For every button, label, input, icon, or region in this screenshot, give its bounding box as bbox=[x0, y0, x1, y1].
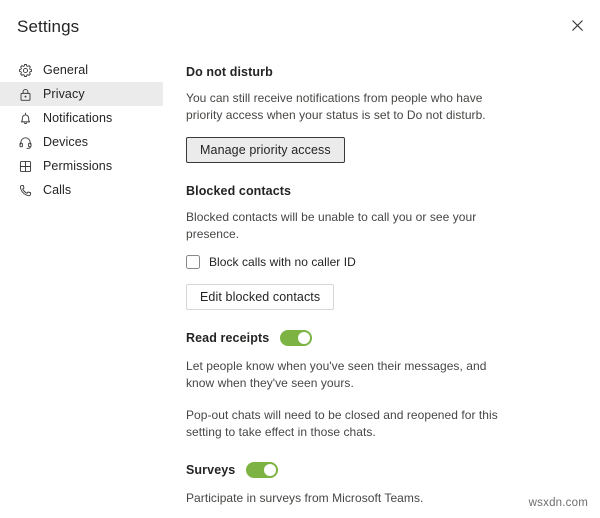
gear-icon bbox=[17, 62, 33, 78]
sidebar-item-devices[interactable]: Devices bbox=[0, 130, 163, 154]
apps-grid-icon bbox=[17, 158, 33, 174]
page-title: Settings bbox=[17, 17, 80, 36]
section-heading-read-receipts: Read receipts bbox=[186, 331, 270, 345]
settings-sidebar: General Privacy Notifications Devices Pe… bbox=[0, 52, 163, 202]
toggle-knob bbox=[298, 332, 311, 344]
section-heading-blocked-contacts: Blocked contacts bbox=[186, 184, 292, 198]
sidebar-item-label: Notifications bbox=[43, 111, 113, 125]
checkbox-box-icon bbox=[186, 255, 200, 269]
read-receipts-header-row: Read receipts bbox=[186, 330, 520, 346]
sidebar-item-general[interactable]: General bbox=[0, 58, 163, 82]
watermark: wsxdn.com bbox=[528, 497, 588, 509]
section-blocked-contacts: Blocked contacts Blocked contacts will b… bbox=[186, 183, 520, 310]
toggle-knob bbox=[264, 464, 277, 476]
sidebar-item-privacy[interactable]: Privacy bbox=[0, 82, 163, 106]
surveys-description: Participate in surveys from Microsoft Te… bbox=[186, 491, 424, 505]
close-button[interactable] bbox=[564, 12, 590, 38]
section-do-not-disturb: Do not disturb You can still receive not… bbox=[186, 64, 520, 163]
section-read-receipts: Read receipts Let people know when you'v… bbox=[186, 330, 520, 440]
surveys-header-row: Surveys bbox=[186, 462, 520, 478]
sidebar-item-label: Privacy bbox=[43, 87, 85, 101]
lock-icon bbox=[17, 86, 33, 102]
settings-content: Do not disturb You can still receive not… bbox=[163, 52, 600, 507]
dialog-header: Settings bbox=[0, 0, 600, 52]
sidebar-item-calls[interactable]: Calls bbox=[0, 178, 163, 202]
manage-priority-access-button[interactable]: Manage priority access bbox=[186, 137, 345, 163]
bell-icon bbox=[17, 110, 33, 126]
section-heading-surveys: Surveys bbox=[186, 463, 236, 477]
dialog-body: General Privacy Notifications Devices Pe… bbox=[0, 52, 600, 518]
surveys-toggle[interactable] bbox=[246, 462, 279, 478]
checkbox-label: Block calls with no caller ID bbox=[209, 255, 356, 269]
close-icon bbox=[571, 19, 583, 31]
blocked-contacts-description: Blocked contacts will be unable to call … bbox=[186, 210, 477, 241]
block-calls-no-caller-id-checkbox[interactable]: Block calls with no caller ID bbox=[186, 254, 356, 270]
settings-dialog: Settings General Privacy Notifications D… bbox=[0, 0, 600, 518]
phone-icon bbox=[17, 182, 33, 198]
read-receipts-description-2: Pop-out chats will need to be closed and… bbox=[186, 408, 498, 439]
do-not-disturb-description: You can still receive notifications from… bbox=[186, 91, 486, 122]
section-surveys: Surveys Participate in surveys from Micr… bbox=[186, 462, 520, 507]
read-receipts-toggle[interactable] bbox=[280, 330, 313, 346]
sidebar-item-label: Calls bbox=[43, 183, 72, 197]
read-receipts-description-1: Let people know when you've seen their m… bbox=[186, 359, 487, 390]
sidebar-item-notifications[interactable]: Notifications bbox=[0, 106, 163, 130]
edit-blocked-contacts-button[interactable]: Edit blocked contacts bbox=[186, 284, 335, 310]
sidebar-item-label: General bbox=[43, 63, 89, 77]
sidebar-item-permissions[interactable]: Permissions bbox=[0, 154, 163, 178]
sidebar-item-label: Devices bbox=[43, 135, 89, 149]
section-heading-do-not-disturb: Do not disturb bbox=[186, 65, 273, 79]
headset-icon bbox=[17, 134, 33, 150]
sidebar-item-label: Permissions bbox=[43, 159, 113, 173]
